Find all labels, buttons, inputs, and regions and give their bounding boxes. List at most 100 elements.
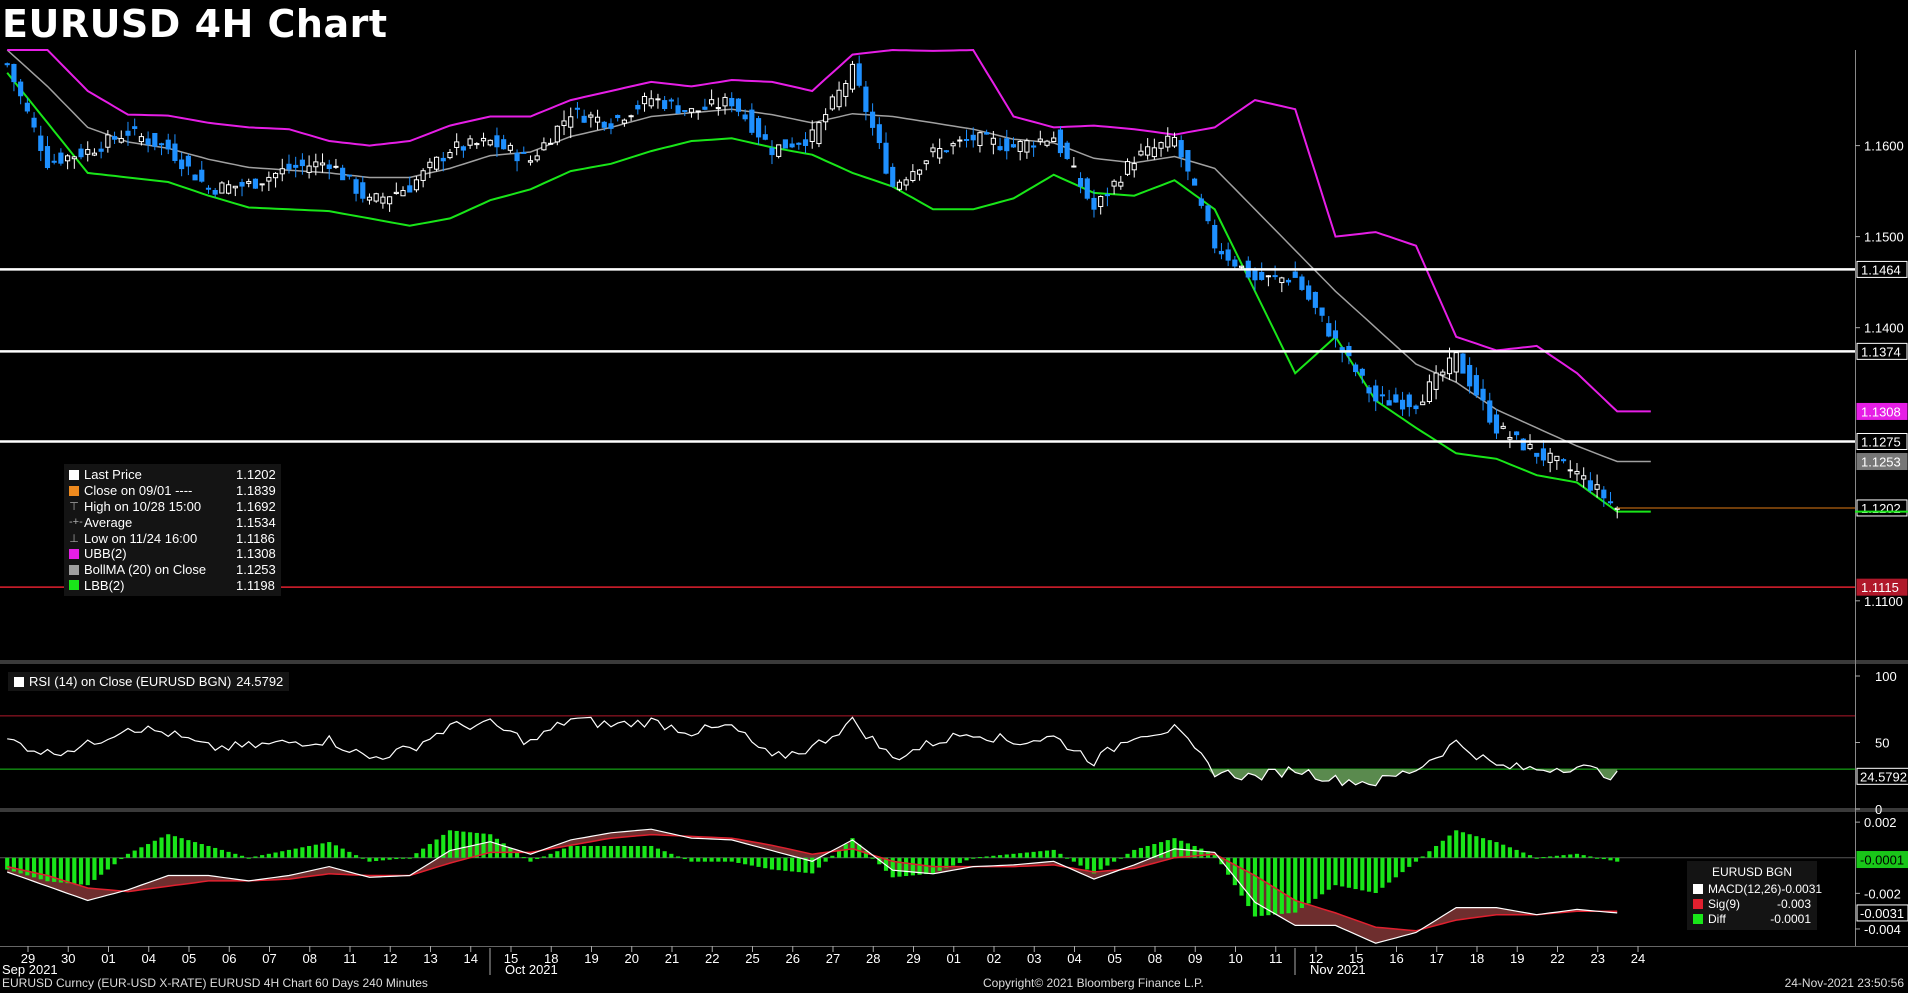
candle-down <box>729 97 735 107</box>
candle-up <box>1527 443 1533 450</box>
candle-up <box>816 122 822 145</box>
candle-up <box>1171 136 1178 147</box>
macd-histogram-bar <box>696 857 701 862</box>
legend-value: 1.1253 <box>236 562 276 578</box>
candle-up <box>413 179 420 191</box>
macd-histogram-bar <box>743 857 748 865</box>
macd-histogram-bar <box>99 857 104 875</box>
macd-histogram-bar <box>904 857 909 877</box>
candle-down <box>1413 405 1419 410</box>
macd-histogram-bar <box>521 857 526 859</box>
bollinger-lower-line <box>6 72 1651 513</box>
macd-histogram-bar <box>1494 842 1499 858</box>
macd-histogram-bar <box>186 840 191 858</box>
price-label-text: 1.1464 <box>1861 262 1901 277</box>
candle-up <box>427 161 433 169</box>
macd-histogram-bar <box>796 857 801 873</box>
candle-down <box>1218 250 1225 255</box>
macd-tick-label: -0.004 <box>1864 922 1901 937</box>
candle-up <box>118 138 124 143</box>
macd-histogram-bar <box>642 845 647 858</box>
legend-marker-icon: ⊤ <box>69 500 79 513</box>
legend-row: BollMA (20) on Close 1.1253 <box>69 562 276 578</box>
macd-histogram-bar <box>1568 854 1573 858</box>
macd-histogram-bar <box>991 855 996 858</box>
price-tick-label: 1.1600 <box>1864 139 1904 154</box>
legend-row: ⊥ Low on 11/24 16:00 1.1186 <box>69 530 276 546</box>
macd-histogram-bar <box>11 857 17 872</box>
price-tick-label: 1.1100 <box>1864 594 1903 609</box>
macd-histogram-bar <box>320 843 325 858</box>
candle-up <box>219 182 225 194</box>
x-month-label: Sep 2021 <box>2 962 58 977</box>
candle-up <box>1071 165 1077 168</box>
macd-histogram-bar <box>561 848 567 858</box>
x-tick-label: 04 <box>1067 951 1081 966</box>
macd-histogram-bar <box>1434 845 1439 858</box>
macd-histogram-bar <box>689 857 694 862</box>
candle-up <box>65 155 71 162</box>
macd-histogram-bar <box>132 850 137 858</box>
candle-down <box>252 178 259 189</box>
macd-histogram-bar <box>1413 857 1419 862</box>
candle-up <box>138 136 144 143</box>
legend-swatch <box>69 580 79 591</box>
candle-down <box>890 166 896 187</box>
macd-legend-swatch <box>1693 913 1703 924</box>
candle-down <box>1540 448 1547 461</box>
macd-histogram-bar <box>421 848 426 858</box>
rsi-swatch <box>14 676 24 687</box>
macd-histogram-bar <box>1467 834 1472 858</box>
macd-histogram-bar <box>1541 857 1546 859</box>
macd-histogram-bar <box>266 853 271 858</box>
candle-down <box>1010 144 1017 148</box>
rsi-value-label: 24.5792 <box>1860 769 1907 784</box>
candle-up <box>1279 277 1285 284</box>
macd-histogram-bar <box>1454 830 1459 858</box>
candlestick-chart[interactable]: 1.1600 1.1500 1.1400 1.1100 1.1464 1.1374 1.13… <box>0 0 1908 993</box>
macd-histogram-bar <box>360 857 365 859</box>
macd-histogram-bar <box>280 851 285 858</box>
macd-histogram-bar <box>152 840 157 858</box>
macd-histogram-bar <box>31 857 37 878</box>
macd-histogram-bar <box>608 845 614 858</box>
candle-up <box>1158 142 1164 149</box>
candle-down <box>1607 501 1614 504</box>
candle-up <box>85 149 91 155</box>
candle-down <box>1534 452 1540 457</box>
candle-down <box>1205 205 1211 222</box>
candle-up <box>836 89 842 108</box>
x-tick-label: 25 <box>745 951 759 966</box>
macd-histogram-bar <box>159 837 164 858</box>
legend-label: Average <box>84 514 133 530</box>
candle-up <box>930 147 936 153</box>
candle-up <box>977 132 983 147</box>
macd-histogram-bar <box>629 845 634 858</box>
candle-up <box>91 152 98 156</box>
macd-histogram-bar <box>494 838 500 858</box>
macd-legend-row: Diff -0.0001 <box>1693 911 1811 926</box>
macd-histogram-bar <box>1058 853 1063 858</box>
x-tick-label: 12 <box>383 951 397 966</box>
macd-histogram-bar <box>488 834 493 858</box>
macd-histogram-bar <box>1118 857 1123 859</box>
candle-down <box>1192 178 1198 186</box>
legend-value: 1.1308 <box>236 546 276 562</box>
candle-up <box>1567 469 1573 472</box>
macd-histogram-bar <box>219 849 224 858</box>
candle-down <box>1057 129 1064 154</box>
candle-up <box>1547 452 1553 463</box>
macd-histogram-bar <box>1360 857 1365 891</box>
candle-up <box>722 96 728 107</box>
macd-histogram-bar <box>192 842 198 858</box>
candle-up <box>380 196 386 204</box>
macd-histogram-bar <box>340 848 345 858</box>
candle-down <box>1366 387 1372 394</box>
macd-histogram-bar <box>622 845 627 858</box>
macd-histogram-bar <box>823 857 828 862</box>
candle-down <box>702 106 708 110</box>
macd-histogram-bar <box>199 844 204 858</box>
candle-down <box>1292 271 1298 278</box>
candle-down <box>1406 394 1412 408</box>
legend-swatch <box>69 564 79 575</box>
